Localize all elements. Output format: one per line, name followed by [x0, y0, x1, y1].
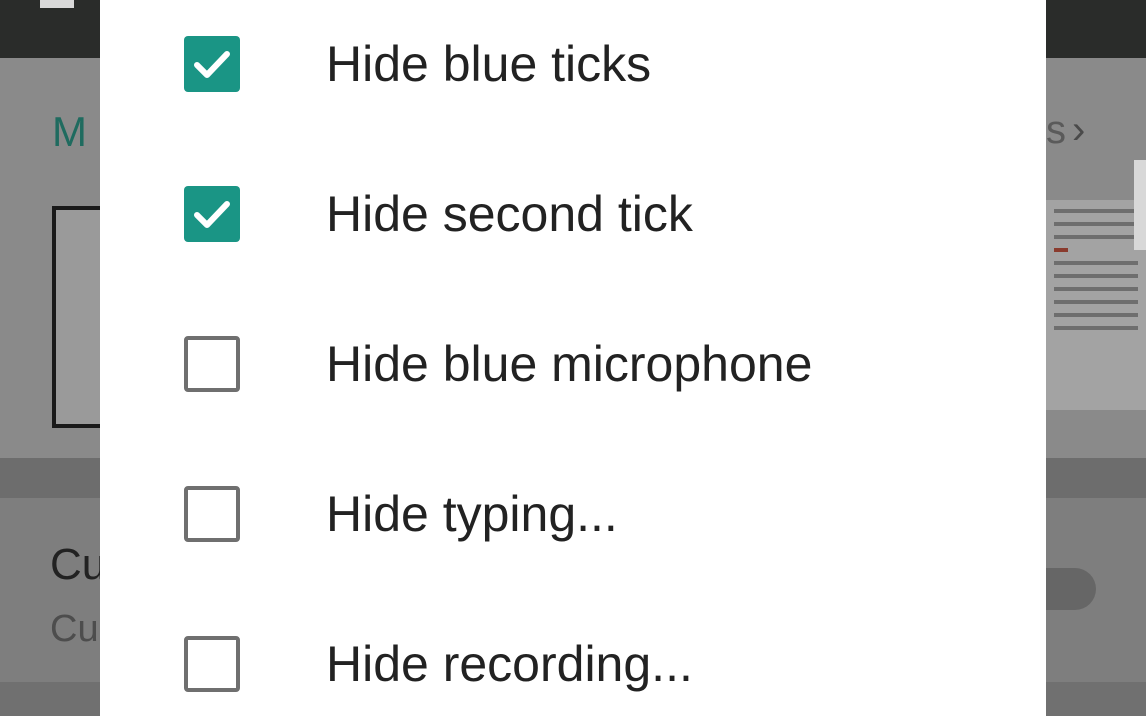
background-link: M	[52, 108, 87, 155]
checkbox-checked[interactable]	[184, 36, 240, 92]
option-hide-recording[interactable]: Hide recording...	[100, 600, 1046, 716]
option-hide-typing[interactable]: Hide typing...	[100, 450, 1046, 600]
option-label: Hide recording...	[326, 636, 693, 692]
option-label: Hide blue ticks	[326, 36, 652, 92]
checkbox-unchecked[interactable]	[184, 486, 240, 542]
option-hide-second-tick[interactable]: Hide second tick	[100, 150, 1046, 300]
option-label: Hide typing...	[326, 486, 618, 542]
background-right-text: s	[1046, 108, 1066, 152]
background-section-subtitle: Cu	[50, 608, 99, 650]
option-label: Hide second tick	[326, 186, 693, 242]
option-label: Hide blue microphone	[326, 336, 813, 392]
option-hide-blue-microphone[interactable]: Hide blue microphone	[100, 300, 1046, 450]
checkbox-unchecked[interactable]	[184, 336, 240, 392]
background-edge	[1134, 160, 1146, 250]
option-hide-blue-ticks[interactable]: Hide blue ticks	[100, 0, 1046, 150]
background-toggle	[1046, 568, 1096, 610]
background-document-thumb	[1046, 200, 1146, 410]
checkmark-icon	[194, 201, 230, 228]
checkbox-unchecked[interactable]	[184, 636, 240, 692]
toolbar-icon	[40, 0, 74, 8]
checkbox-checked[interactable]	[184, 186, 240, 242]
background-section-title: Cu	[50, 540, 107, 589]
privacy-options-dialog: Hide blue ticks Hide second tick Hide bl…	[100, 0, 1046, 716]
checkmark-icon	[194, 51, 230, 78]
screen: M s › Cu Cu Hide blue ticks Hide second …	[0, 0, 1146, 716]
chevron-right-icon: ›	[1072, 108, 1086, 152]
